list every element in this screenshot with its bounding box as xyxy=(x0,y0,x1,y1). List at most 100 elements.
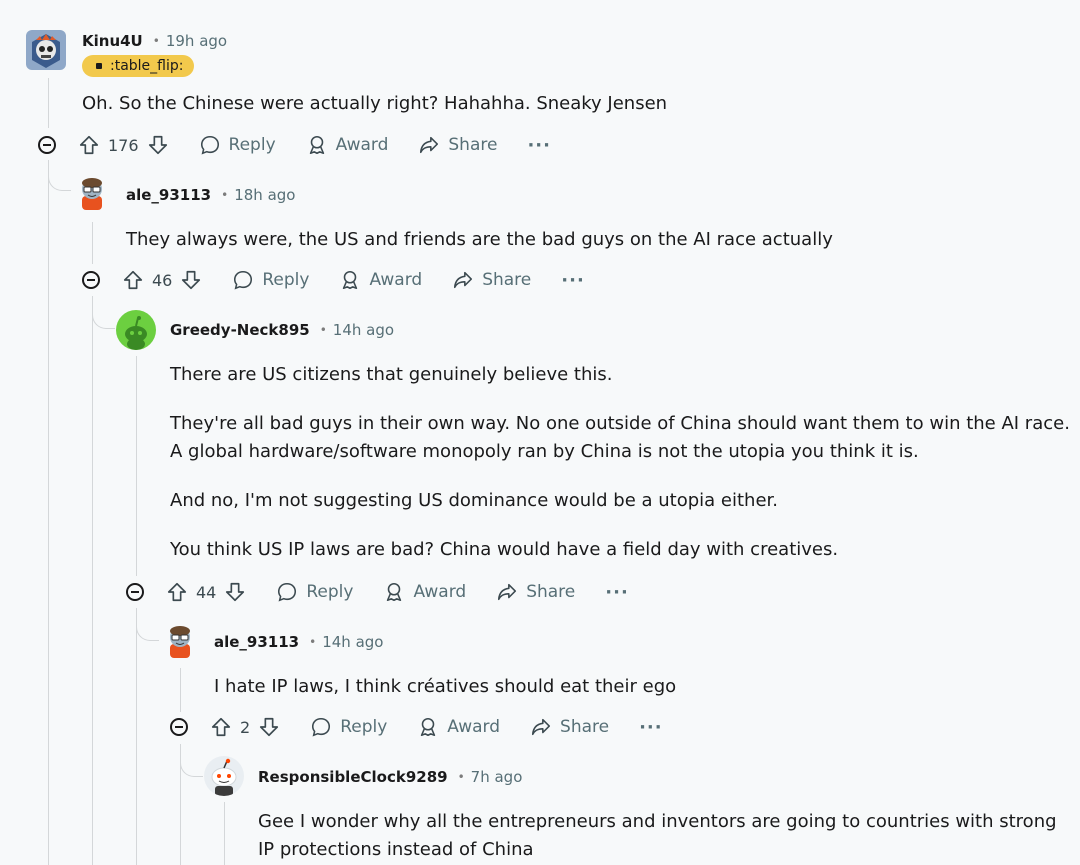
collapse-button[interactable] xyxy=(170,718,188,736)
comment-paragraph: I hate IP laws, I think créatives should… xyxy=(214,676,677,697)
comment-header: Greedy-Neck895 • 14h ago xyxy=(170,320,394,340)
reply-button[interactable]: Reply xyxy=(276,581,353,603)
award-button[interactable]: Award xyxy=(339,269,422,291)
downvote-icon[interactable] xyxy=(180,269,202,291)
timestamp[interactable]: 14h ago xyxy=(322,633,383,651)
timestamp[interactable]: 18h ago xyxy=(234,186,295,204)
collapse-button[interactable] xyxy=(38,136,56,154)
username[interactable]: ResponsibleClock9289 xyxy=(258,768,448,786)
skull-avatar-icon xyxy=(26,30,66,70)
upvote-icon[interactable] xyxy=(210,716,232,738)
award-button[interactable]: Award xyxy=(383,581,466,603)
vote-control: 46 xyxy=(122,269,202,291)
snoo-avatar-icon xyxy=(204,756,244,796)
reply-bubble-icon xyxy=(312,717,331,737)
comment-body: Gee I wonder why all the entrepreneurs a… xyxy=(258,808,1057,864)
comment-actions: 46 Reply Award Share ··· xyxy=(82,265,585,295)
reply-button[interactable]: Reply xyxy=(232,269,309,291)
downvote-icon[interactable] xyxy=(224,581,246,603)
more-options-button[interactable]: ··· xyxy=(527,135,551,156)
reply-button[interactable]: Reply xyxy=(199,134,276,156)
timestamp[interactable]: 19h ago xyxy=(166,32,227,50)
collapse-icon xyxy=(175,726,183,728)
separator-dot: • xyxy=(221,188,229,202)
reply-label: Reply xyxy=(228,135,276,155)
separator-dot: • xyxy=(319,323,327,337)
snoo-avatar-icon xyxy=(72,172,112,212)
reply-bubble-icon xyxy=(278,582,297,602)
award-icon xyxy=(421,717,436,737)
thread-line-2b[interactable] xyxy=(92,296,93,865)
comment-header: ResponsibleClock9289 • 7h ago xyxy=(258,767,522,787)
more-options-button[interactable]: ··· xyxy=(639,717,663,738)
comment-body: I hate IP laws, I think créatives should… xyxy=(214,673,676,701)
comment-paragraph: They always were, the US and friends are… xyxy=(126,229,833,250)
thread-line-3[interactable] xyxy=(136,356,137,576)
share-label: Share xyxy=(526,582,576,602)
thread-line-3b[interactable] xyxy=(136,608,137,865)
share-arrow-icon xyxy=(420,136,439,154)
reply-button[interactable]: Reply xyxy=(310,716,387,738)
collapse-button[interactable] xyxy=(82,271,100,289)
thread-line-1[interactable] xyxy=(48,78,49,128)
avatar[interactable] xyxy=(72,172,112,212)
vote-count: 176 xyxy=(108,135,139,155)
share-button[interactable]: Share xyxy=(496,581,575,603)
share-label: Share xyxy=(560,717,610,737)
flair-square-icon xyxy=(96,63,102,69)
more-options-button[interactable]: ··· xyxy=(605,582,629,603)
snoo-avatar-icon xyxy=(160,620,200,660)
vote-control: 2 xyxy=(210,716,280,738)
thread-line-2[interactable] xyxy=(92,222,93,264)
timestamp[interactable]: 14h ago xyxy=(333,321,394,339)
award-button[interactable]: Award xyxy=(306,134,389,156)
avatar[interactable] xyxy=(160,620,200,660)
award-label: Award xyxy=(447,717,501,737)
comment-thread: Kinu4U • 19h ago :table_flip: Oh. So the… xyxy=(0,0,1080,865)
reply-label: Reply xyxy=(340,717,388,737)
award-label: Award xyxy=(413,582,467,602)
award-label: Award xyxy=(335,135,389,155)
share-button[interactable]: Share xyxy=(452,269,531,291)
reply-bubble-icon xyxy=(200,135,219,155)
thread-line-5[interactable] xyxy=(224,802,225,865)
avatar[interactable] xyxy=(204,756,244,796)
comment-actions: 2 Reply Award Share ··· xyxy=(170,712,663,742)
share-label: Share xyxy=(448,135,498,155)
separator-dot: • xyxy=(309,635,317,649)
username[interactable]: Greedy-Neck895 xyxy=(170,321,310,339)
thread-elbow-2 xyxy=(92,298,115,329)
upvote-icon[interactable] xyxy=(122,269,144,291)
thread-line-1b[interactable] xyxy=(48,160,49,865)
username[interactable]: ale_93113 xyxy=(126,186,211,204)
username[interactable]: Kinu4U xyxy=(82,32,143,50)
comment-paragraph: Gee I wonder why all the entrepreneurs a… xyxy=(258,811,1057,832)
collapse-icon xyxy=(87,279,95,281)
username[interactable]: ale_93113 xyxy=(214,633,299,651)
comment-paragraph: They're all bad guys in their own way. N… xyxy=(170,413,1070,434)
downvote-icon[interactable] xyxy=(258,716,280,738)
avatar[interactable] xyxy=(116,310,156,350)
share-label: Share xyxy=(482,270,532,290)
timestamp[interactable]: 7h ago xyxy=(471,768,523,786)
avatar[interactable] xyxy=(26,30,66,70)
separator-dot: • xyxy=(152,34,160,48)
share-button[interactable]: Share xyxy=(530,716,609,738)
comment-body: They always were, the US and friends are… xyxy=(126,226,833,254)
award-button[interactable]: Award xyxy=(417,716,500,738)
vote-count: 2 xyxy=(240,717,251,737)
award-icon xyxy=(387,582,402,602)
award-icon xyxy=(343,270,358,290)
vote-count: 46 xyxy=(152,270,173,290)
flair-text: :table_flip: xyxy=(110,58,184,74)
upvote-icon[interactable] xyxy=(78,134,100,156)
collapse-button[interactable] xyxy=(126,583,144,601)
share-arrow-icon xyxy=(454,271,473,289)
thread-line-4[interactable] xyxy=(180,668,181,712)
reply-label: Reply xyxy=(262,270,310,290)
more-options-button[interactable]: ··· xyxy=(561,270,585,291)
upvote-icon[interactable] xyxy=(166,581,188,603)
share-button[interactable]: Share xyxy=(418,134,497,156)
share-arrow-icon xyxy=(498,583,517,601)
downvote-icon[interactable] xyxy=(147,134,169,156)
